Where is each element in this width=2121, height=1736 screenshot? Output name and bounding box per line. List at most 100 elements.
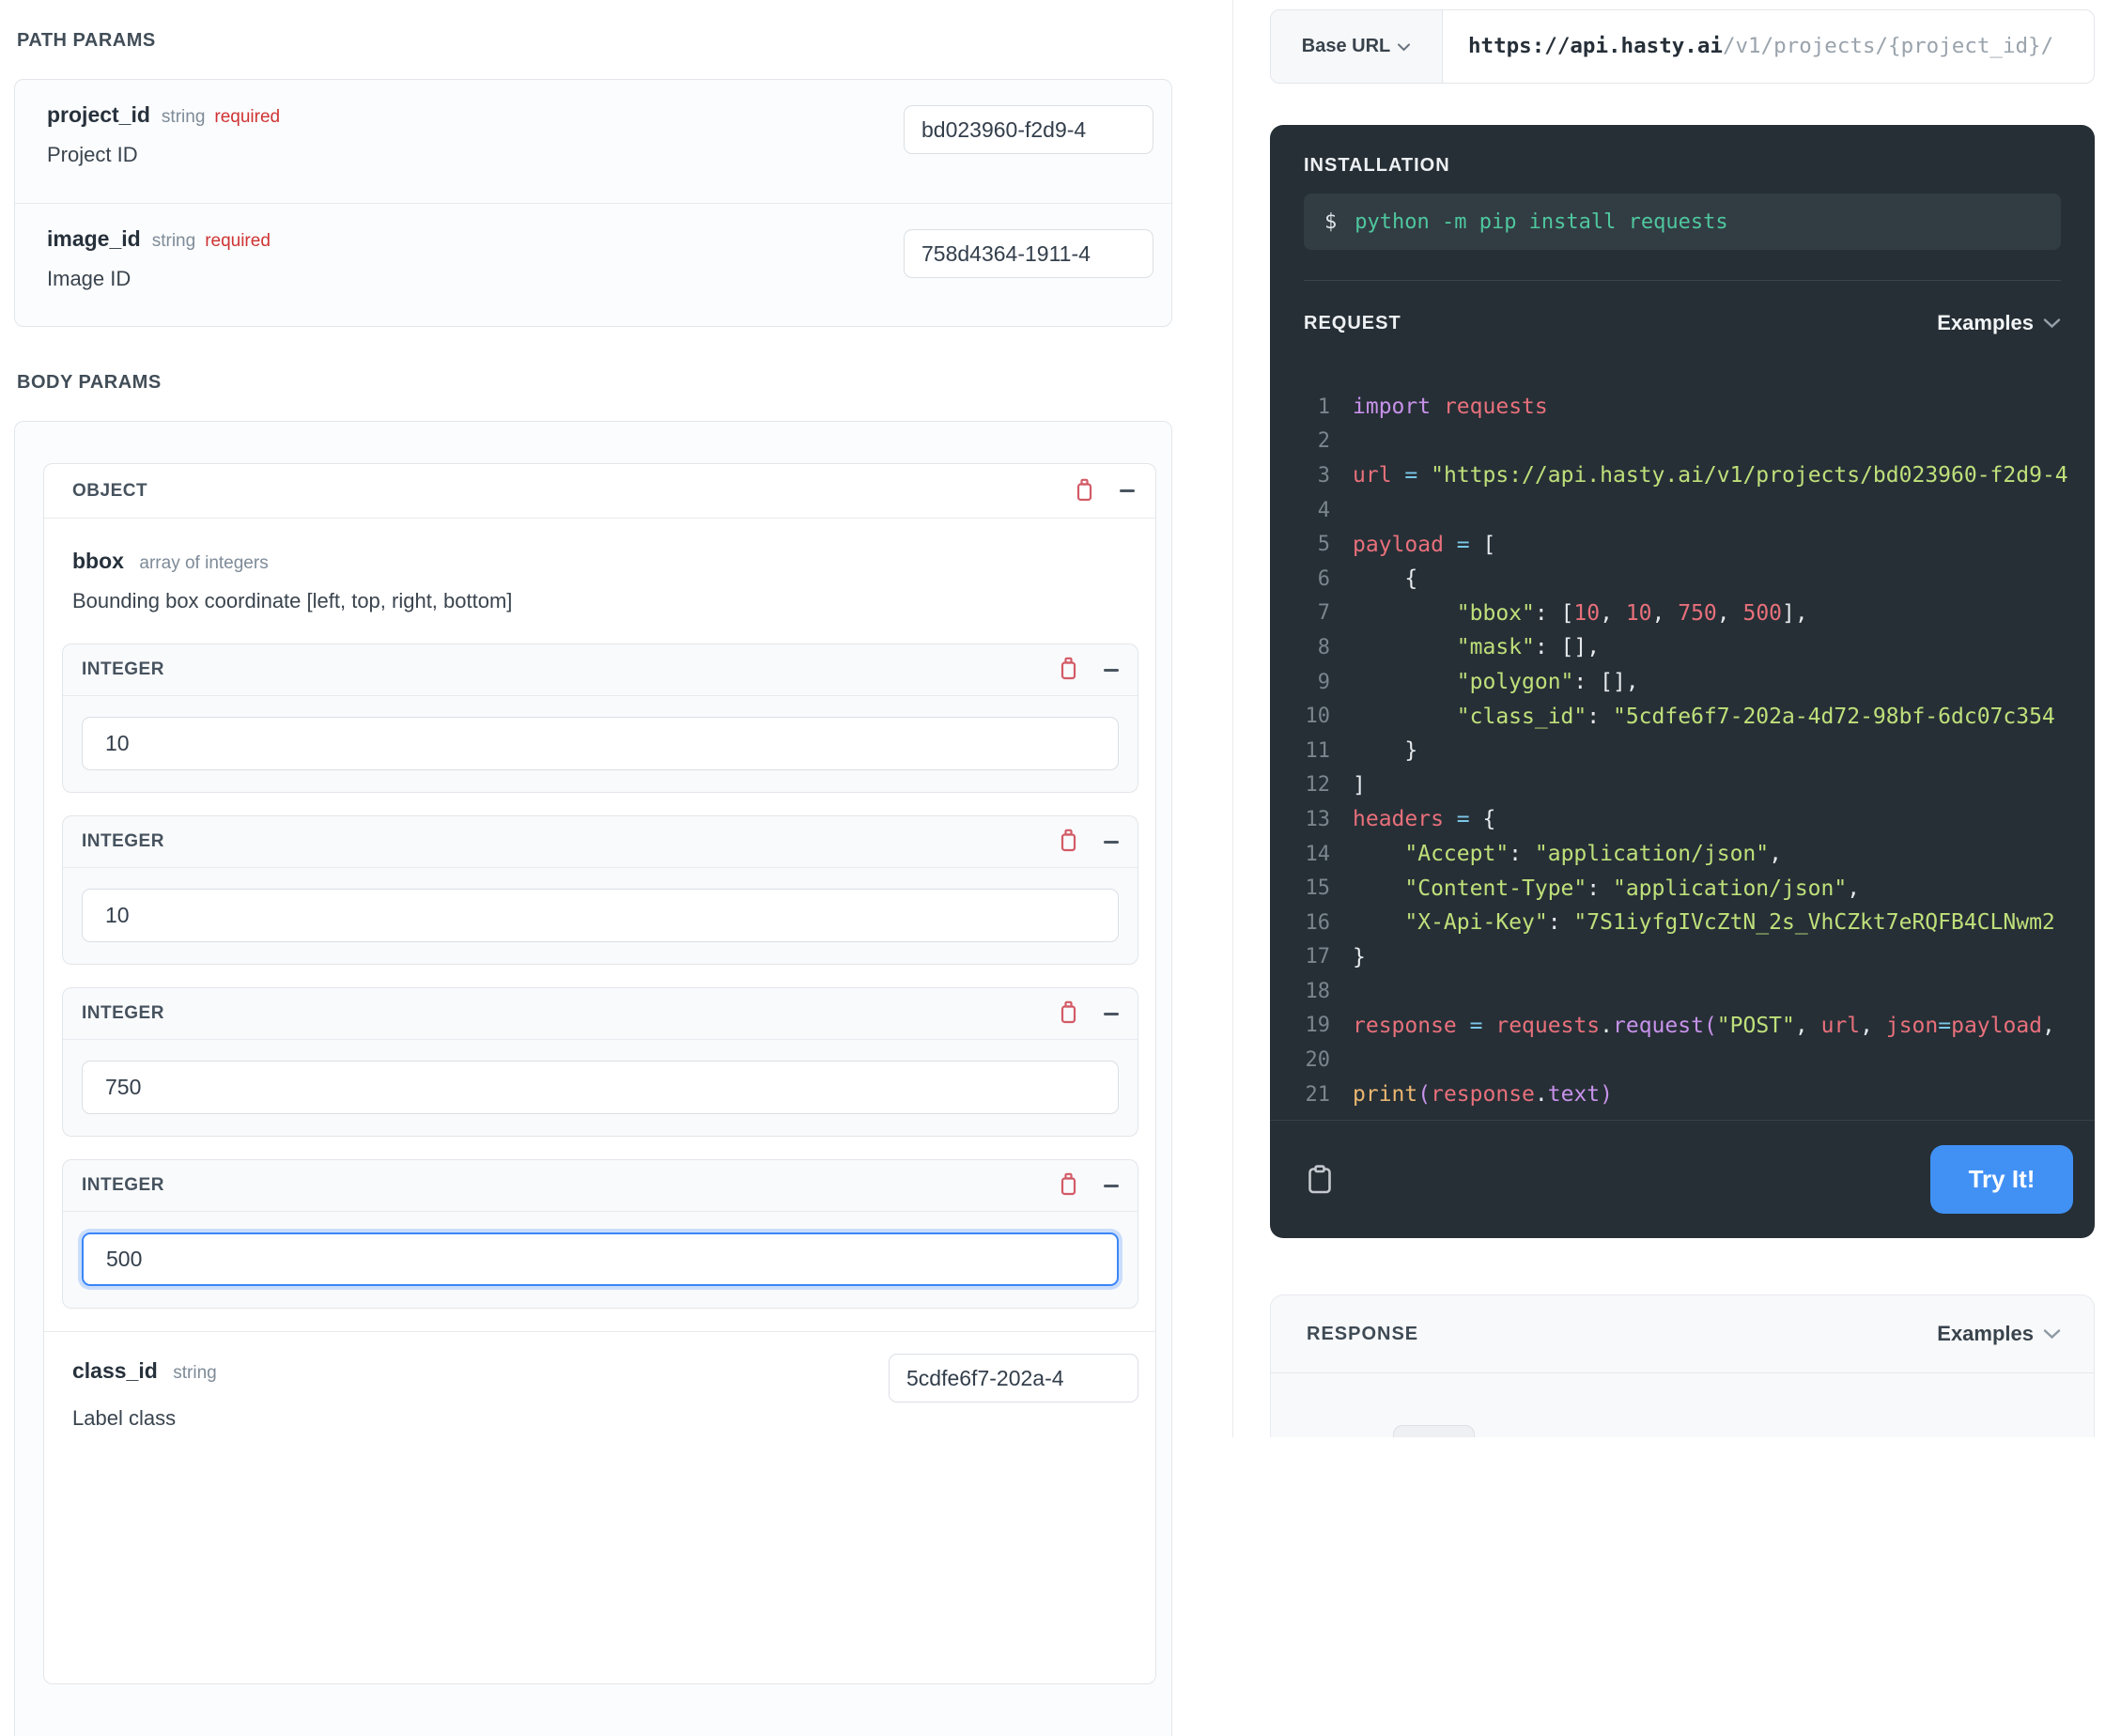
param-required-badge: required <box>214 107 280 127</box>
delete-object-button[interactable] <box>1075 478 1094 504</box>
copy-code-button[interactable] <box>1308 1165 1332 1194</box>
class-id-field-name: class_id <box>72 1358 158 1383</box>
code-text: "mask": [], <box>1353 635 1600 659</box>
shell-prompt: $ <box>1324 210 1337 234</box>
integer-type-label: INTEGER <box>82 1175 1059 1196</box>
delete-integer-button[interactable] <box>1059 1000 1078 1027</box>
object-type-label: OBJECT <box>72 481 1075 502</box>
param-required-badge: required <box>205 231 271 251</box>
trash-icon <box>1059 657 1078 683</box>
request-heading: REQUEST <box>1304 313 1401 334</box>
response-panel: RESPONSE Examples <box>1270 1294 2095 1437</box>
class-id-row: class_id string Label class 5cdfe6f7-202… <box>44 1332 1155 1431</box>
code-text: ] <box>1353 773 1366 798</box>
code-text: print(response.text) <box>1353 1082 1613 1107</box>
line-number: 13 <box>1304 808 1330 831</box>
collapse-integer-button[interactable] <box>1104 669 1119 672</box>
line-number: 15 <box>1304 876 1330 900</box>
response-heading: RESPONSE <box>1307 1324 1418 1345</box>
clipboard-icon <box>1308 1165 1332 1194</box>
trash-icon <box>1059 829 1078 855</box>
response-examples-dropdown[interactable]: Examples <box>1937 1322 2061 1346</box>
integer-input-0[interactable]: 10 <box>82 717 1119 770</box>
code-text: "class_id": "5cdfe6f7-202a-4d72-98bf-6dc… <box>1353 705 2055 729</box>
base-url-label: Base URL <box>1302 36 1390 57</box>
delete-integer-button[interactable] <box>1059 829 1078 855</box>
image_id-input[interactable]: 758d4364-1911-4 <box>904 229 1153 278</box>
object-card-header: OBJECT <box>44 464 1155 519</box>
minus-icon <box>1104 1013 1119 1015</box>
line-number: 8 <box>1304 636 1330 659</box>
line-number: 6 <box>1304 567 1330 591</box>
installation-heading: INSTALLATION <box>1304 125 2061 177</box>
base-url-dropdown[interactable]: Base URL <box>1271 10 1443 83</box>
base-url-value[interactable]: https://api.hasty.ai/v1/projects/{projec… <box>1443 10 2094 83</box>
code-sample: 1import requests23url = "https://api.has… <box>1270 365 2095 1111</box>
request-examples-dropdown[interactable]: Examples <box>1937 311 2061 335</box>
trash-icon <box>1075 478 1094 504</box>
integer-card-0: INTEGER 10 <box>62 643 1138 793</box>
integer-input-3[interactable]: 500 <box>82 1232 1119 1286</box>
project_id-input[interactable]: bd023960-f2d9-4 <box>904 105 1153 154</box>
line-number: 10 <box>1304 705 1330 728</box>
code-line-17: 17} <box>1304 940 2095 975</box>
chevron-down-icon <box>1397 42 1411 52</box>
code-line-18: 18 <box>1304 974 2095 1009</box>
integer-card-header: INTEGER <box>63 644 1138 696</box>
code-line-7: 7 "bbox": [10, 10, 750, 500], <box>1304 597 2095 631</box>
class-id-field-description: Label class <box>72 1406 1127 1431</box>
collapse-integer-button[interactable] <box>1104 1185 1119 1187</box>
code-line-4: 4 <box>1304 493 2095 528</box>
path-params-card: project_idstringrequiredProject IDbd0239… <box>14 79 1172 327</box>
collapse-integer-button[interactable] <box>1104 841 1119 844</box>
integer-type-label: INTEGER <box>82 1003 1059 1024</box>
code-line-1: 1import requests <box>1304 390 2095 425</box>
line-number: 21 <box>1304 1083 1330 1107</box>
line-number: 16 <box>1304 911 1330 935</box>
param-type: string <box>162 107 205 127</box>
code-text: "bbox": [10, 10, 750, 500], <box>1353 601 1808 626</box>
request-examples-label: Examples <box>1937 311 2034 335</box>
base-url-path: /v1/projects/{project_id}/ <box>1723 34 2053 58</box>
collapse-integer-button[interactable] <box>1104 1013 1119 1015</box>
integer-card-header: INTEGER <box>63 1160 1138 1212</box>
integer-input-2[interactable]: 750 <box>82 1061 1119 1114</box>
code-line-9: 9 "polygon": [], <box>1304 665 2095 700</box>
api-explorer-panel: INSTALLATION $ python -m pip install req… <box>1270 125 2095 1238</box>
collapse-object-button[interactable] <box>1120 489 1135 492</box>
code-line-20: 20 <box>1304 1043 2095 1077</box>
object-card: OBJECT bbox array of integers Bounding b… <box>43 463 1156 1684</box>
param-row-image_id: image_idstringrequiredImage ID758d4364-1… <box>15 203 1171 326</box>
delete-integer-button[interactable] <box>1059 1172 1078 1199</box>
line-number: 11 <box>1304 739 1330 763</box>
install-command: $ python -m pip install requests <box>1304 194 2061 250</box>
code-text: "X-Api-Key": "7S1iyfgIVcZtN_2s_VhCZkt7eR… <box>1353 910 2055 935</box>
code-line-14: 14 "Accept": "application/json", <box>1304 837 2095 872</box>
response-status-chip[interactable] <box>1393 1425 1475 1437</box>
column-divider <box>1232 0 1233 1437</box>
code-text: import requests <box>1353 395 1548 419</box>
minus-icon <box>1120 489 1135 492</box>
line-number: 9 <box>1304 671 1330 694</box>
code-line-21: 21 print(response.text) <box>1304 1077 2095 1112</box>
try-it-button[interactable]: Try It! <box>1930 1145 2073 1214</box>
delete-integer-button[interactable] <box>1059 657 1078 683</box>
integer-input-1[interactable]: 10 <box>82 889 1119 942</box>
param-type: string <box>152 231 195 251</box>
code-line-8: 8 "mask": [], <box>1304 630 2095 665</box>
integer-card-header: INTEGER <box>63 816 1138 868</box>
class-id-input[interactable]: 5cdfe6f7-202a-4 <box>889 1354 1138 1403</box>
code-line-2: 2 <box>1304 425 2095 459</box>
base-url-host: https://api.hasty.ai <box>1468 34 1723 58</box>
param-name: project_id <box>47 102 150 127</box>
line-number: 7 <box>1304 601 1330 625</box>
code-text: } <box>1353 945 1366 969</box>
line-number: 19 <box>1304 1014 1330 1037</box>
integer-card-body: 750 <box>63 1040 1138 1136</box>
response-header: RESPONSE Examples <box>1271 1295 2094 1373</box>
minus-icon <box>1104 1185 1119 1187</box>
minus-icon <box>1104 841 1119 844</box>
line-number: 18 <box>1304 980 1330 1003</box>
response-examples-label: Examples <box>1937 1322 2034 1346</box>
param-row-project_id: project_idstringrequiredProject IDbd0239… <box>15 80 1171 203</box>
